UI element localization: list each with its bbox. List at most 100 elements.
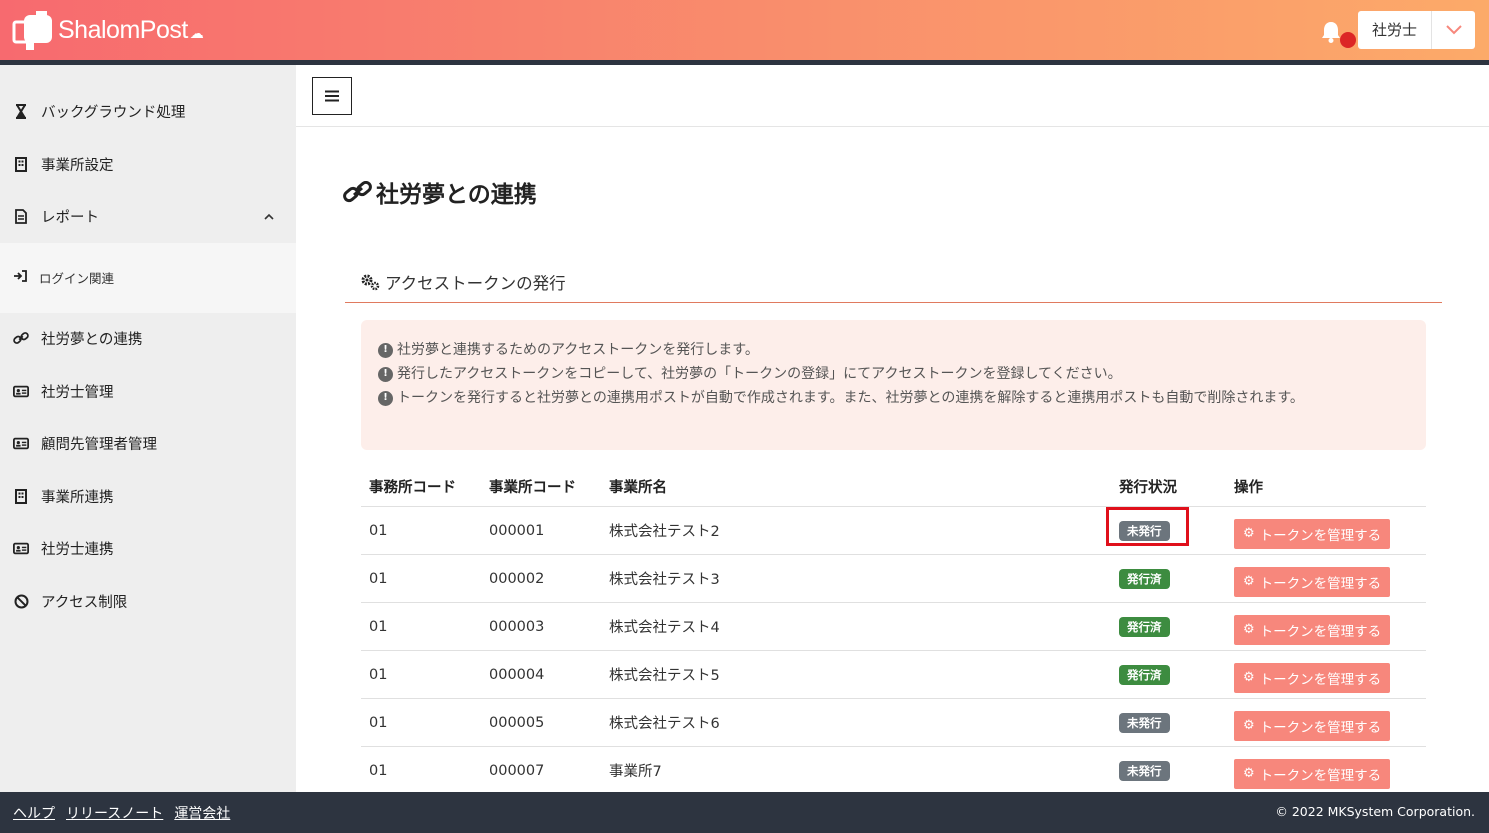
app-footer: ヘルプ リリースノート 運営会社 © 2022 MKSystem Corpora… xyxy=(0,792,1489,833)
hamburger-icon xyxy=(325,86,339,107)
site-name-cell: 株式会社テスト4 xyxy=(609,620,720,636)
link-icon xyxy=(343,181,373,203)
ban-icon xyxy=(13,593,29,609)
bell-icon[interactable] xyxy=(1320,20,1342,44)
office-code-cell: 01 xyxy=(369,714,388,731)
section-title-text: アクセストークンの発行 xyxy=(385,274,566,293)
office-code-cell: 01 xyxy=(369,618,388,635)
user-name[interactable]: 社労士 xyxy=(1358,11,1432,49)
status-badge: 発行済 xyxy=(1119,616,1170,637)
table-header: 事務所コード 事業所コード 事業所名 発行状況 操作 xyxy=(361,466,1426,507)
status-badge: 発行済 xyxy=(1119,568,1170,589)
chevron-up-icon[interactable] xyxy=(264,208,274,224)
sidebar-item-label: 顧問先管理者管理 xyxy=(41,436,157,453)
column-header-site-code: 事業所コード xyxy=(489,479,576,496)
chevron-down-icon[interactable] xyxy=(1432,11,1475,49)
sidebar-item-label: アクセス制限 xyxy=(41,594,128,611)
notice-text: 発行したアクセストークンをコピーして、社労夢の「トークンの登録」にてアクセストー… xyxy=(397,366,1122,382)
sidebar-item-consultant-link[interactable]: 社労士連携 xyxy=(0,526,296,570)
site-code-cell: 000002 xyxy=(489,570,545,587)
column-header-status: 発行状況 xyxy=(1119,479,1177,496)
sidebar-item-office-settings[interactable]: 事業所設定 xyxy=(0,142,296,186)
site-name-cell: 株式会社テスト6 xyxy=(609,716,720,732)
logo-text: ShalomPost xyxy=(58,15,188,44)
manage-token-button[interactable]: ⚙ トークンを管理する xyxy=(1234,662,1391,693)
action-cell: ⚙ トークンを管理する xyxy=(1226,705,1426,741)
sidebar-item-consultant-management[interactable]: 社労士管理 xyxy=(0,369,296,413)
status-cell: 未発行 xyxy=(1111,760,1226,781)
hourglass-icon xyxy=(13,103,29,119)
site-code-cell: 000007 xyxy=(489,762,545,779)
manage-token-button[interactable]: ⚙ トークンを管理する xyxy=(1234,518,1391,549)
column-header-action: 操作 xyxy=(1234,479,1263,496)
manage-token-button[interactable]: ⚙ トークンを管理する xyxy=(1234,758,1391,789)
cloud-icon: ☁ xyxy=(189,26,204,42)
gear-icon: ⚙ xyxy=(1243,574,1255,589)
id-card-icon xyxy=(13,383,29,399)
manage-token-label: トークンを管理する xyxy=(1259,671,1382,688)
sidebar-item-office-link[interactable]: 事業所連携 xyxy=(0,474,296,518)
status-badge: 未発行 xyxy=(1119,712,1170,733)
manage-token-label: トークンを管理する xyxy=(1259,719,1382,736)
gear-icon: ⚙ xyxy=(1243,622,1255,637)
sidebar-item-background-jobs[interactable]: バックグラウンド処理 xyxy=(0,89,296,133)
notice-text: トークンを発行すると社労夢との連携用ポストが自動で作成されます。また、社労夢との… xyxy=(397,390,1304,406)
cogs-icon xyxy=(360,273,382,291)
status-cell: 未発行 xyxy=(1111,712,1226,733)
sidebar-item-label: バックグラウンド処理 xyxy=(41,104,186,121)
hamburger-menu-button[interactable] xyxy=(312,77,352,115)
status-badge: 未発行 xyxy=(1119,760,1170,781)
building-icon xyxy=(13,488,29,504)
site-code-cell: 000005 xyxy=(489,714,545,731)
office-code-cell: 01 xyxy=(369,570,388,587)
id-card-icon xyxy=(13,435,29,451)
exclamation-circle-icon: ! xyxy=(378,390,393,406)
footer-link-help[interactable]: ヘルプ xyxy=(13,803,55,823)
status-cell: 発行済 xyxy=(1111,616,1226,637)
table-row: 01 000002 株式会社テスト3 発行済 ⚙ トークンを管理する xyxy=(361,555,1426,603)
manage-token-label: トークンを管理する xyxy=(1259,623,1382,640)
sign-in-icon xyxy=(13,270,27,284)
sidebar-item-label: 社労士管理 xyxy=(41,384,114,401)
notice-text: 社労夢と連携するためのアクセストークンを発行します。 xyxy=(397,342,759,358)
sidebar-item-report[interactable]: レポート xyxy=(0,194,296,238)
app-logo[interactable]: ShalomPost ☁ xyxy=(12,9,204,51)
sidebar-subitem-label: ログイン関連 xyxy=(39,270,115,286)
manage-token-label: トークンを管理する xyxy=(1259,527,1382,544)
manage-token-button[interactable]: ⚙ トークンを管理する xyxy=(1234,710,1391,741)
sidebar-item-label: 事業所連携 xyxy=(41,489,114,506)
user-menu[interactable]: 社労士 xyxy=(1358,11,1475,49)
exclamation-circle-icon: ! xyxy=(378,366,393,382)
footer-link-company[interactable]: 運営会社 xyxy=(174,803,230,823)
manage-token-button[interactable]: ⚙ トークンを管理する xyxy=(1234,566,1391,597)
sidebar: バックグラウンド処理 事業所設定 レポート ログイン関連 社労夢との連携 社労士… xyxy=(0,65,296,792)
sidebar-submenu-report: ログイン関連 xyxy=(0,243,296,313)
site-name-cell: 株式会社テスト2 xyxy=(609,524,720,540)
site-code-cell: 000004 xyxy=(489,666,545,683)
action-cell: ⚙ トークンを管理する xyxy=(1226,609,1426,645)
building-icon xyxy=(13,156,29,172)
action-cell: ⚙ トークンを管理する xyxy=(1226,561,1426,597)
sidebar-subitem-login[interactable]: ログイン関連 xyxy=(0,257,114,297)
sidebar-item-access-restriction[interactable]: アクセス制限 xyxy=(0,579,296,623)
info-alert: ! 社労夢と連携するためのアクセストークンを発行します。 ! 発行したアクセスト… xyxy=(361,320,1426,450)
manage-token-button[interactable]: ⚙ トークンを管理する xyxy=(1234,614,1391,645)
manage-token-label: トークンを管理する xyxy=(1259,575,1382,592)
footer-link-release-notes[interactable]: リリースノート xyxy=(66,803,163,823)
table-row: 01 000001 株式会社テスト2 未発行 ⚙ トークンを管理する xyxy=(361,507,1426,555)
footer-links: ヘルプ リリースノート 運営会社 xyxy=(13,803,241,823)
copyright-text: © 2022 MKSystem Corporation. xyxy=(1275,804,1475,819)
column-header-site-name: 事業所名 xyxy=(609,479,667,496)
office-code-cell: 01 xyxy=(369,522,388,539)
sidebar-item-sharoumu-link[interactable]: 社労夢との連携 xyxy=(0,316,296,360)
mailbox-icon xyxy=(12,9,56,51)
site-name-cell: 株式会社テスト5 xyxy=(609,668,720,684)
id-card-icon xyxy=(13,540,29,556)
sidebar-item-label: レポート xyxy=(41,209,99,226)
gear-icon: ⚙ xyxy=(1243,670,1255,685)
notice-line: ! 発行したアクセストークンをコピーして、社労夢の「トークンの登録」にてアクセス… xyxy=(378,362,1408,386)
sidebar-item-client-admin-management[interactable]: 顧問先管理者管理 xyxy=(0,421,296,465)
table-row: 01 000004 株式会社テスト5 発行済 ⚙ トークンを管理する xyxy=(361,651,1426,699)
status-cell: 発行済 xyxy=(1111,664,1226,685)
office-code-cell: 01 xyxy=(369,666,388,683)
